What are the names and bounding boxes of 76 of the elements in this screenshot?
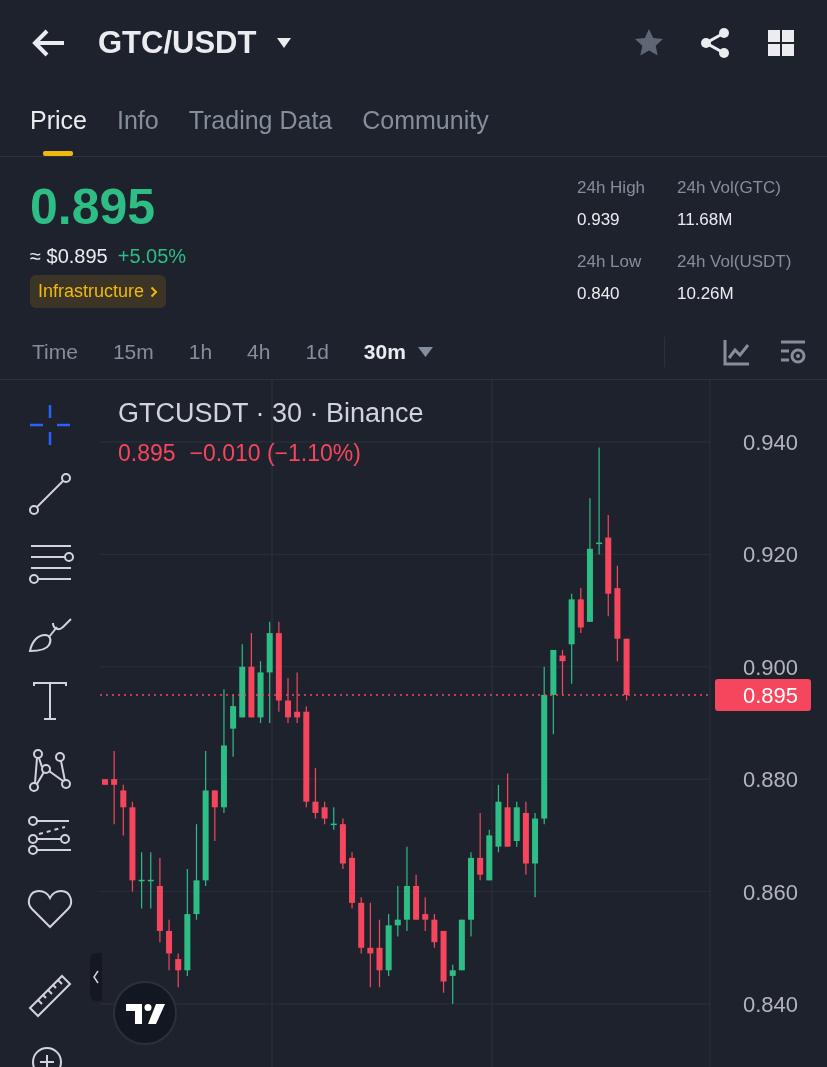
interval-tab[interactable]: 1d	[305, 340, 329, 364]
candle	[358, 896, 365, 954]
candle	[102, 778, 108, 786]
tab[interactable]: Info	[116, 85, 159, 156]
candle	[376, 919, 383, 988]
candle	[147, 851, 154, 910]
last-price: 0.895	[30, 179, 157, 235]
candle	[559, 649, 566, 696]
candle	[413, 874, 420, 921]
price-change: +5.05%	[117, 244, 187, 269]
candle	[166, 919, 173, 971]
candle	[175, 952, 182, 988]
axis-label: 0.860	[742, 879, 798, 905]
candle	[120, 784, 127, 836]
candle	[230, 694, 237, 758]
candle	[440, 930, 447, 994]
candle	[211, 789, 218, 842]
stat-label: 24h Low	[577, 251, 643, 273]
pair-title[interactable]: GTC/USDT	[98, 24, 257, 61]
share-icon[interactable]	[699, 26, 731, 59]
chart-price-change: −0.010 (−1.10%)	[189, 439, 361, 468]
stat-label: 24h Vol(GTC)	[677, 177, 782, 199]
tab[interactable]: Community	[362, 85, 489, 156]
interval-tab[interactable]: 1h	[188, 340, 213, 364]
candle	[477, 812, 484, 881]
candle	[321, 801, 328, 825]
category-tag[interactable]: Infrastructure	[30, 275, 167, 308]
interval-tab[interactable]: Time	[32, 340, 78, 364]
price-tag: 0.895	[715, 678, 811, 711]
axis-label: 0.920	[742, 542, 798, 568]
stat-value: 10.26M	[677, 283, 735, 305]
candle	[339, 817, 346, 870]
candle	[257, 660, 264, 724]
candle	[431, 913, 438, 949]
fiat-price: ≈ $0.895	[30, 244, 108, 269]
candle	[394, 885, 401, 938]
chart-symbol-title: GTCUSDT · 30 · Binance	[118, 397, 424, 430]
candle	[577, 587, 584, 634]
stat-value: 0.939	[577, 209, 621, 231]
chart-line-icon[interactable]	[723, 338, 751, 366]
settings-icon[interactable]	[779, 338, 807, 366]
interval-tab[interactable]: 4h	[247, 340, 271, 364]
axis-label: 0.880	[742, 767, 798, 793]
candle	[513, 801, 520, 848]
candle	[458, 919, 465, 971]
candle	[486, 829, 493, 881]
candle	[495, 784, 502, 853]
axis-label: 0.840	[742, 992, 798, 1017]
caret-icon	[417, 347, 433, 357]
candle	[285, 677, 291, 724]
interval-tab[interactable]: 15m	[112, 340, 154, 364]
candle	[138, 851, 145, 910]
chart-last-price: 0.895	[118, 439, 176, 468]
candle	[385, 913, 392, 977]
candle	[449, 964, 456, 1005]
candle	[422, 896, 429, 932]
chevron-icon	[93, 970, 99, 984]
axis-label: 0.940	[742, 430, 798, 455]
candle	[349, 851, 356, 910]
axis-label: 0.900	[742, 654, 798, 680]
logo-icon[interactable]	[112, 980, 178, 1046]
candle	[312, 767, 319, 820]
stat-label: 24h Vol(USDT)	[677, 251, 793, 273]
candle	[623, 638, 630, 702]
back-arrow-icon[interactable]	[32, 27, 66, 58]
stat-value: 0.840	[577, 283, 621, 305]
collapse-handle[interactable]	[90, 953, 102, 1001]
chevron-icon	[150, 285, 159, 298]
interval-tab[interactable]: 30m	[363, 340, 433, 364]
stat-label: 24h High	[577, 177, 647, 199]
tab[interactable]: Trading Data	[188, 85, 333, 156]
stat-value: 11.68M	[677, 209, 734, 231]
candle	[330, 806, 337, 831]
tab[interactable]: Price	[30, 85, 87, 156]
caret-icon[interactable]	[276, 36, 293, 49]
candle	[294, 671, 301, 724]
